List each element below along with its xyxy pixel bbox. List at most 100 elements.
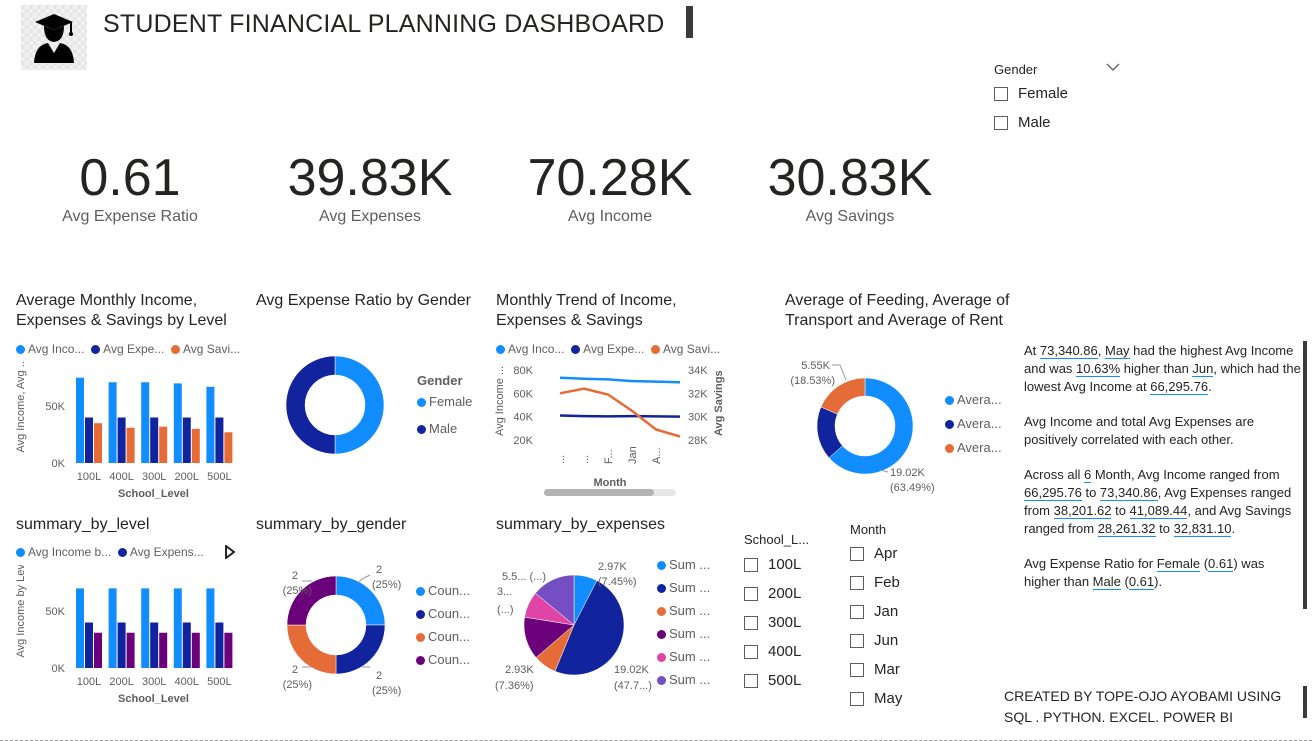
x-tick-label: 100L <box>77 676 101 688</box>
x-tick-label: ... <box>579 455 591 464</box>
y-tick-label: 0K <box>52 458 66 470</box>
feeding-donut-legend: Avera... Avera... Avera... <box>945 392 1002 455</box>
feeding-donut-chart[interactable]: 5.55K (18.53%) 19.02K (63.49%) <box>770 352 940 497</box>
y-axis-label: Avg Income by Level... <box>15 565 27 658</box>
bar-200l-series-2 <box>191 428 200 463</box>
gender-donut-chart[interactable] <box>280 350 390 460</box>
summary-expenses-legend: Sum ... Sum ... Sum ... Sum ... Sum ... … <box>657 557 710 687</box>
bar-300l-series-2 <box>159 426 168 463</box>
bar-300l-series-1 <box>150 622 159 668</box>
gender-slicer-title: Gender <box>994 62 1038 77</box>
gender-donut-legend: Female Male <box>417 394 472 436</box>
bar-100l-series-1 <box>85 417 93 463</box>
legend-item: Sum ... <box>657 626 710 641</box>
bar-400l-series-0 <box>108 382 117 463</box>
legend-dot <box>16 345 25 354</box>
data-label: (7.45%) <box>598 576 637 588</box>
bar-100l-series-2 <box>94 632 102 668</box>
leader-line <box>357 574 371 584</box>
bar-100l-series-0 <box>76 377 84 463</box>
legend-item: Sum ... <box>657 672 710 687</box>
summary-expenses-pie[interactable]: 2.97K (7.45%) 5.5... (...) 3... (...) 2.93K (7… <box>490 555 660 700</box>
x-tick-label: 500L <box>207 471 231 483</box>
school-option-500l[interactable]: 500L <box>744 672 834 689</box>
month-option-apr[interactable]: Apr <box>850 545 940 562</box>
school-level-slicer: School_L... 100L 200L 300L 400L 500L <box>744 532 834 689</box>
narrative-scrollbar[interactable] <box>1303 341 1307 609</box>
level-chart-title: Average Monthly Income, Expenses & Savin… <box>16 292 227 329</box>
bar-300l-series-0 <box>141 588 150 668</box>
school-slicer-title: School_L... <box>744 532 810 547</box>
x-tick-label: 200L <box>109 676 133 688</box>
school-option-400l[interactable]: 400L <box>744 643 834 660</box>
bar-400l-series-2 <box>126 427 135 463</box>
summary-gender-title: summary_by_gender <box>256 516 407 533</box>
month-option-jan[interactable]: Jan <box>850 603 940 620</box>
school-option-100l[interactable]: 100L <box>744 556 834 573</box>
bar-500l-series-2 <box>224 632 233 668</box>
legend-item: Avera... <box>945 416 1002 431</box>
line-series-2 <box>559 387 681 438</box>
bar-100l-series-0 <box>76 588 84 668</box>
legend-item: Sum ... <box>657 603 710 618</box>
bar-400l-series-0 <box>173 588 182 668</box>
chevron-down-icon[interactable] <box>1106 62 1120 72</box>
gender-slicer: Gender Female Male <box>994 62 1124 131</box>
y-tick-label: 80K <box>513 365 533 377</box>
bar-200l-series-1 <box>182 417 191 463</box>
month-option-jun[interactable]: Jun <box>850 632 940 649</box>
y-axis-label: Avg Income ... <box>494 366 506 436</box>
x-tick-label: 300L <box>142 471 166 483</box>
kpi-label: Avg Expense Ratio <box>62 208 198 225</box>
kpi-label: Avg Expenses <box>319 208 421 225</box>
legend-item: Coun... <box>416 629 470 644</box>
bar-500l-series-0 <box>206 588 215 668</box>
school-option-300l[interactable]: 300L <box>744 614 834 631</box>
kpi-label: Avg Income <box>567 208 653 225</box>
summary-level-bar-chart[interactable]: 50K 0K Avg Income by Level... 100L 200L 300L 4… <box>10 565 245 725</box>
data-label: 2 <box>292 664 298 676</box>
credit-scrollbar[interactable] <box>1303 686 1307 718</box>
bar-200l-series-0 <box>173 383 182 463</box>
bar-300l-series-0 <box>141 382 150 463</box>
kpi-value: 0.61 <box>79 149 181 207</box>
legend-next-arrow-icon[interactable] <box>225 545 235 559</box>
level-bar-chart[interactable]: 50K 0K Avg Income, Avg ... 100L 400L 300L 200L… <box>10 360 245 500</box>
x-tick-label: 400L <box>109 471 133 483</box>
credit-text: CREATED BY TOPE-OJO AYOBAMI USING SQL . … <box>1004 688 1282 725</box>
y-tick-label-right: 32K <box>688 388 708 400</box>
legend-item: Male <box>417 421 472 436</box>
month-slicer-title: Month <box>850 522 887 537</box>
line-series-0 <box>559 376 681 384</box>
bar-200l-series-0 <box>108 588 117 668</box>
x-tick-label: 500L <box>207 676 231 688</box>
trend-line-chart[interactable]: 80K 60K 40K 20K 34K 32K 30K 28K Avg Income ... Av… <box>490 360 730 500</box>
school-option-200l[interactable]: 200L <box>744 585 834 602</box>
kpi-value: 30.83K <box>767 149 933 207</box>
legend-item: Coun... <box>416 583 470 598</box>
gender-option-female[interactable]: Female <box>994 85 1124 102</box>
data-label: 19.02K <box>890 467 926 479</box>
checkbox[interactable] <box>994 115 1008 130</box>
data-label: (7.36%) <box>495 680 534 692</box>
narrative-p3: Across all 6 Month, Avg Income ranged fr… <box>1024 467 1292 537</box>
legend-dot <box>91 345 101 354</box>
data-label: (25%) <box>372 685 401 697</box>
gender-option-male[interactable]: Male <box>994 114 1124 131</box>
data-label: 2 <box>376 564 382 576</box>
x-tick-label: 100L <box>77 471 101 483</box>
bar-500l-series-1 <box>215 622 224 668</box>
checkbox[interactable] <box>994 86 1008 101</box>
bar-200l-series-2 <box>126 632 135 668</box>
kpi-value: 39.83K <box>287 149 453 207</box>
slice-1 <box>285 355 336 455</box>
month-option-feb[interactable]: Feb <box>850 574 940 591</box>
month-option-may[interactable]: May <box>850 690 940 707</box>
title-accent-bar <box>686 6 693 38</box>
bar-300l-series-2 <box>159 632 168 668</box>
month-option-mar[interactable]: Mar <box>850 661 940 678</box>
data-label: 5.55K <box>801 360 830 372</box>
chart-scrollbar-thumb <box>544 489 654 496</box>
level-chart-legend: Avg Inco... Avg Expe... Avg Savi... <box>16 342 240 356</box>
summary-gender-donut[interactable]: 2 (25%) 2 (25%) 2 (25%) 2 (25%) <box>258 555 418 700</box>
